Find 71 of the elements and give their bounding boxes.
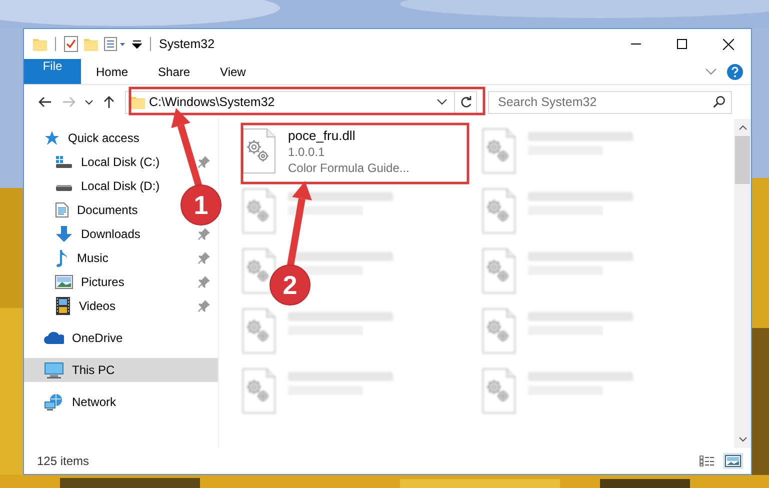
nav-item[interactable]: Videos bbox=[24, 294, 218, 318]
nav-item[interactable]: Local Disk (C:) bbox=[24, 150, 218, 174]
gear-file-icon bbox=[242, 128, 276, 174]
music-note-icon bbox=[55, 249, 69, 267]
file-detail: 1.0.0.1 bbox=[288, 144, 326, 160]
properties-check-icon bbox=[64, 36, 78, 52]
ribbon-tab[interactable]: Home bbox=[81, 59, 144, 84]
window-title: System32 bbox=[159, 37, 215, 51]
file-tab[interactable]: File bbox=[24, 59, 81, 84]
help-icon bbox=[727, 64, 743, 80]
gear-file-icon bbox=[242, 248, 276, 294]
file-name[interactable]: poce_fru.dll bbox=[288, 128, 410, 144]
nav-item[interactable]: Music bbox=[24, 246, 218, 270]
folder-icon bbox=[131, 95, 145, 109]
gear-file-icon bbox=[482, 308, 516, 354]
back-arrow-icon bbox=[38, 96, 52, 108]
caret-icon bbox=[738, 437, 746, 442]
gear-file-icon bbox=[482, 368, 516, 414]
caret-icon bbox=[437, 99, 447, 105]
details-view-icon bbox=[699, 455, 715, 467]
nav-item[interactable]: Pictures bbox=[24, 270, 218, 294]
maximize-icon bbox=[677, 39, 687, 49]
nav-item[interactable]: Local Disk (D:) bbox=[24, 174, 168, 198]
expand-ribbon-icon bbox=[705, 68, 717, 76]
document-icon bbox=[55, 202, 69, 218]
star-icon bbox=[44, 130, 60, 146]
nav-item[interactable]: Quick access bbox=[24, 126, 148, 150]
image-icon bbox=[55, 275, 73, 289]
pin-icon bbox=[198, 300, 210, 312]
pin-icon bbox=[198, 228, 210, 240]
address-bar[interactable]: C:\Windows\System32 bbox=[125, 90, 477, 114]
gear-file-icon bbox=[242, 188, 276, 234]
download-arrow-icon bbox=[55, 225, 73, 243]
folder-icon bbox=[33, 37, 47, 51]
step-marker: 1 bbox=[180, 184, 222, 226]
nav-item[interactable]: Network bbox=[24, 390, 124, 414]
nav-item[interactable]: OneDrive bbox=[24, 326, 131, 350]
pin-icon bbox=[198, 276, 210, 288]
step-marker: 2 bbox=[270, 264, 310, 306]
close-icon bbox=[722, 38, 734, 50]
caret-icon bbox=[85, 100, 93, 104]
cloud-icon bbox=[44, 331, 64, 345]
gear-file-icon bbox=[482, 128, 516, 174]
scrollbar-thumb[interactable] bbox=[735, 136, 750, 184]
up-arrow-icon bbox=[103, 95, 115, 109]
network-icon bbox=[44, 393, 64, 411]
monitor-icon bbox=[44, 362, 64, 378]
gear-file-icon bbox=[242, 368, 276, 414]
details-view-button[interactable] bbox=[697, 453, 717, 469]
pin-icon bbox=[198, 252, 210, 264]
large-icons-view-icon bbox=[725, 455, 741, 467]
folder-icon bbox=[84, 37, 98, 51]
ribbon-tab[interactable]: View bbox=[205, 59, 261, 84]
forward-arrow-icon bbox=[62, 96, 76, 108]
ribbon-tab[interactable]: Share bbox=[143, 59, 206, 84]
nav-item[interactable]: Documents bbox=[24, 198, 146, 222]
large-icons-view-button[interactable] bbox=[723, 453, 743, 469]
item-count: 125 items bbox=[37, 454, 90, 468]
caret-up-icon bbox=[738, 125, 746, 130]
film-icon bbox=[55, 297, 71, 315]
gear-file-icon bbox=[482, 188, 516, 234]
gear-file-icon bbox=[482, 248, 516, 294]
drive-icon bbox=[55, 155, 73, 169]
search-field[interactable]: Search System32 bbox=[488, 90, 732, 114]
gear-file-icon bbox=[242, 308, 276, 354]
dropdown-arrow-icon bbox=[132, 39, 142, 49]
selected-nav-item[interactable]: This PC bbox=[24, 358, 218, 382]
customize-icon bbox=[104, 37, 126, 51]
file-detail: Color Formula Guide... bbox=[288, 160, 410, 176]
refresh-icon bbox=[460, 96, 472, 108]
pin-icon bbox=[198, 156, 210, 168]
